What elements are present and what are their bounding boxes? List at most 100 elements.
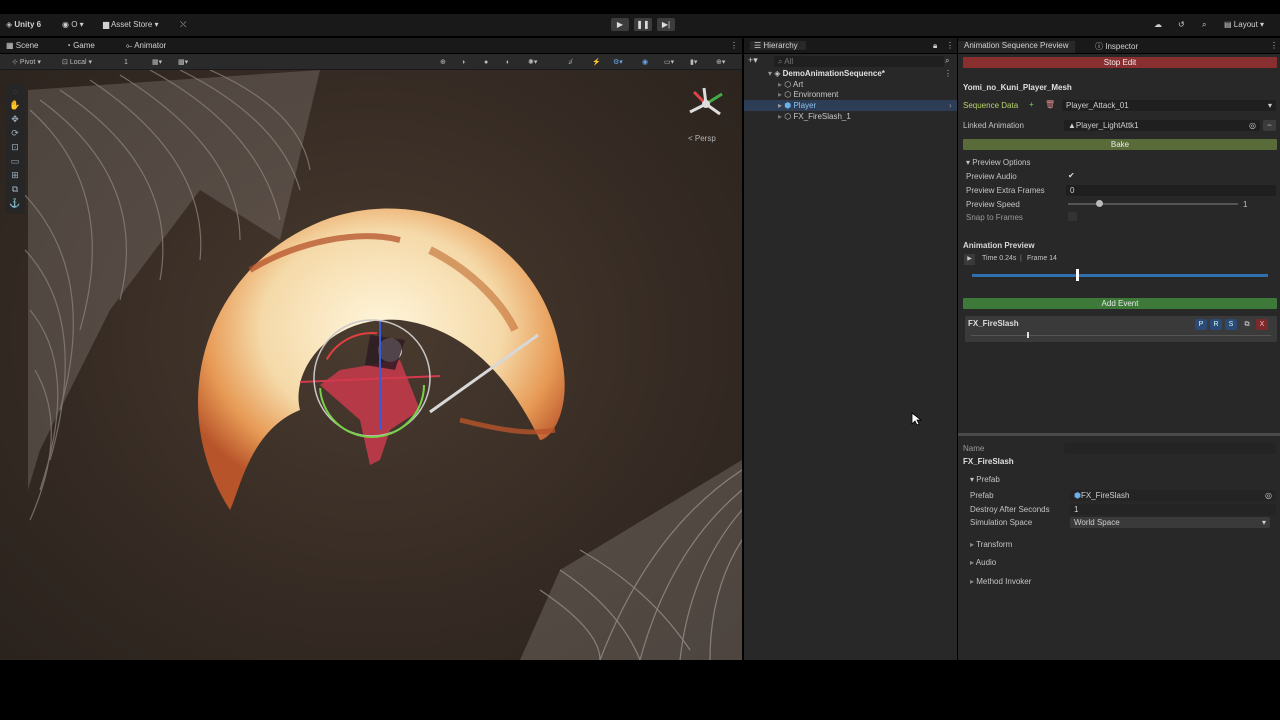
event-name: FX_FireSlash bbox=[968, 319, 1019, 328]
scale-tool-icon[interactable]: ⊡ bbox=[7, 140, 23, 154]
search-small-icon: ⌕ bbox=[778, 57, 783, 66]
more-menu-icon[interactable]: ⋮ bbox=[730, 41, 738, 50]
bake-button[interactable]: Bake bbox=[963, 139, 1277, 150]
inspector-menu-icon[interactable]: ⋮ bbox=[1270, 41, 1278, 50]
hierarchy-menu-icon[interactable]: ⋮ bbox=[946, 41, 954, 50]
scene-viewport[interactable]: < Persp bbox=[0, 70, 742, 660]
layout-menu[interactable]: ▤ Layout ▾ bbox=[1224, 20, 1264, 29]
preview-speed-value[interactable]: 1 bbox=[1243, 200, 1247, 209]
hierarchy-root-scene[interactable]: ▾ ◈ DemoAnimationSequence* ⋮ bbox=[744, 68, 957, 79]
sequence-data-dropdown[interactable]: Player_Attack_01 ▾ bbox=[1062, 100, 1276, 111]
target-icon[interactable]: ◎ bbox=[1265, 490, 1272, 501]
delete-event-button[interactable]: X bbox=[1256, 319, 1268, 330]
add-icon[interactable]: +▾ bbox=[748, 55, 758, 66]
filter-icon[interactable]: ⌕ bbox=[945, 56, 949, 66]
rotate-tool-icon[interactable]: ⟳ bbox=[7, 126, 23, 140]
history-icon[interactable]: ↺ bbox=[1178, 20, 1185, 29]
linked-animation-field[interactable]: ▲Player_LightAttk1 ◎ bbox=[1064, 120, 1260, 131]
panel-splitter[interactable] bbox=[958, 433, 1280, 436]
step-button[interactable]: ▶| bbox=[657, 18, 675, 31]
stop-edit-button[interactable]: Stop Edit bbox=[963, 57, 1277, 68]
scene-menu-icon[interactable]: ⋮ bbox=[944, 68, 952, 79]
camera-icon[interactable]: ▮▾ bbox=[690, 57, 697, 68]
unity-menu[interactable]: ◈ Unity 6 bbox=[6, 20, 41, 29]
add-event-button[interactable]: Add Event bbox=[963, 298, 1277, 309]
globe-icon[interactable]: ⊕ bbox=[440, 57, 446, 68]
play-button[interactable]: ▶ bbox=[611, 18, 629, 31]
view-tool-icon[interactable]: ◌ bbox=[7, 84, 23, 98]
pause-button[interactable]: ❚❚ bbox=[634, 18, 652, 31]
pivot-dropdown[interactable]: ⊹ Pivot ▾ bbox=[12, 57, 41, 68]
preview-options-foldout[interactable]: ▾ Preview Options bbox=[966, 158, 1031, 167]
event-card[interactable]: FX_FireSlash P R S ⧉ X bbox=[965, 316, 1277, 342]
prefab-foldout[interactable]: ▾ Prefab bbox=[970, 475, 1000, 484]
grid-size-field[interactable]: 1 bbox=[124, 57, 128, 68]
snap-icon[interactable]: ▦▾ bbox=[152, 57, 162, 68]
audio-foldout[interactable]: ▸ Audio bbox=[970, 558, 996, 567]
search-icon[interactable]: ⌕ bbox=[1202, 20, 1206, 30]
method-invoker-foldout[interactable]: ▸ Method Invoker bbox=[970, 577, 1031, 586]
event-timeline-track[interactable] bbox=[971, 335, 1271, 336]
tool-settings-icon[interactable]: ⚙▾ bbox=[613, 57, 623, 68]
audio-mute-icon[interactable]: ♪̸ bbox=[568, 57, 572, 68]
local-dropdown[interactable]: ⊡ Local ▾ bbox=[62, 57, 92, 68]
shading-icon[interactable]: ◑ bbox=[461, 57, 465, 68]
sphere-icon[interactable]: ● bbox=[484, 57, 488, 68]
lock-icon[interactable]: 🔒︎ bbox=[933, 41, 937, 51]
layers-icon[interactable]: ▭▾ bbox=[664, 57, 674, 68]
destroy-after-seconds-field[interactable]: 1 bbox=[1070, 504, 1276, 515]
preview-speed-slider-thumb[interactable] bbox=[1096, 200, 1103, 207]
preview-extra-frames-label: Preview Extra Frames bbox=[966, 186, 1045, 195]
timeline-scrubber[interactable] bbox=[1075, 269, 1079, 281]
swap-icon[interactable]: ⇔ bbox=[1263, 120, 1276, 131]
version-control-icon[interactable]: ⤬ bbox=[180, 20, 186, 30]
event-p-button[interactable]: P bbox=[1195, 319, 1207, 330]
move-tool-icon[interactable]: ✥ bbox=[7, 112, 23, 126]
asset-store-menu[interactable]: ▆ Asset Store ▾ bbox=[103, 20, 159, 29]
hierarchy-search-input[interactable]: ⌕ All bbox=[774, 56, 944, 67]
tab-animation-sequence-preview[interactable]: Animation Sequence Preview bbox=[958, 41, 1075, 53]
event-s-button[interactable]: S bbox=[1225, 319, 1237, 330]
snap-to-frames-checkbox[interactable] bbox=[1068, 212, 1077, 221]
animation-timeline[interactable] bbox=[972, 274, 1268, 277]
duplicate-icon[interactable]: ⧉ bbox=[1241, 319, 1253, 330]
tab-animator[interactable]: ⟜ Animator bbox=[126, 41, 166, 51]
perspective-label[interactable]: < Persp bbox=[688, 134, 716, 143]
preview-speed-slider[interactable] bbox=[1068, 203, 1238, 205]
account-menu[interactable]: ◉ O ▾ bbox=[62, 20, 84, 29]
preview-audio-checkbox[interactable]: ✔ bbox=[1068, 171, 1075, 180]
gizmos-icon[interactable]: ⊕▾ bbox=[716, 57, 725, 68]
effects-icon[interactable]: ✺▾ bbox=[528, 57, 537, 68]
tab-game[interactable]: ◔ Game bbox=[66, 41, 95, 50]
custom-tool-icon[interactable]: ⧉ bbox=[7, 182, 23, 196]
preview-extra-frames-field[interactable]: 0 bbox=[1066, 185, 1276, 196]
hand-tool-icon[interactable]: ✋ bbox=[7, 98, 23, 112]
name-field[interactable] bbox=[1064, 443, 1276, 454]
event-marker[interactable] bbox=[1027, 332, 1029, 338]
preview-play-button[interactable]: ▶ bbox=[964, 254, 975, 265]
delete-icon[interactable]: 🗑︎ bbox=[1045, 100, 1055, 109]
add-sequence-icon[interactable]: + bbox=[1029, 100, 1034, 109]
simulation-space-dropdown[interactable]: World Space ▾ bbox=[1070, 517, 1270, 528]
main-toolbar: ◈ Unity 6 ◉ O ▾ ▆ Asset Store ▾ ⤬ ▶ ❚❚ ▶… bbox=[0, 14, 1280, 36]
tab-inspector[interactable]: ⓘ Inspector bbox=[1095, 41, 1138, 52]
bone-tool-icon[interactable]: ⚓ bbox=[7, 196, 23, 210]
visibility-icon[interactable]: ◉ bbox=[642, 57, 648, 68]
transform-foldout[interactable]: ▸ Transform bbox=[970, 540, 1012, 549]
simulation-space-label: Simulation Space bbox=[970, 518, 1033, 527]
lit-sphere-icon[interactable]: ◐ bbox=[506, 57, 510, 68]
tab-scene[interactable]: ▦ Scene bbox=[6, 41, 38, 50]
prefab-field[interactable]: ⬢FX_FireSlash ◎ bbox=[1070, 490, 1276, 501]
hierarchy-item-environment[interactable]: ▸ ⬡ Environment bbox=[744, 89, 957, 100]
tab-hierarchy[interactable]: ☰ Hierarchy bbox=[750, 41, 806, 50]
fx-toggle-icon[interactable]: ⚡ bbox=[592, 57, 601, 68]
cloud-icon[interactable]: ☁ bbox=[1154, 20, 1162, 29]
target-icon[interactable]: ◎ bbox=[1249, 120, 1256, 131]
rect-tool-icon[interactable]: ▭ bbox=[7, 154, 23, 168]
hierarchy-tab-bar: ☰ Hierarchy 🔒︎ ⋮ bbox=[744, 38, 957, 53]
hierarchy-item-player[interactable]: ▸ ⬢ Player › bbox=[744, 100, 957, 111]
grid-icon[interactable]: ▩▾ bbox=[178, 57, 188, 68]
hierarchy-item-fx-fireslash[interactable]: ▸ ⬡ FX_FireSlash_1 bbox=[744, 111, 957, 122]
event-r-button[interactable]: R bbox=[1210, 319, 1222, 330]
transform-tool-icon[interactable]: ⊞ bbox=[7, 168, 23, 182]
